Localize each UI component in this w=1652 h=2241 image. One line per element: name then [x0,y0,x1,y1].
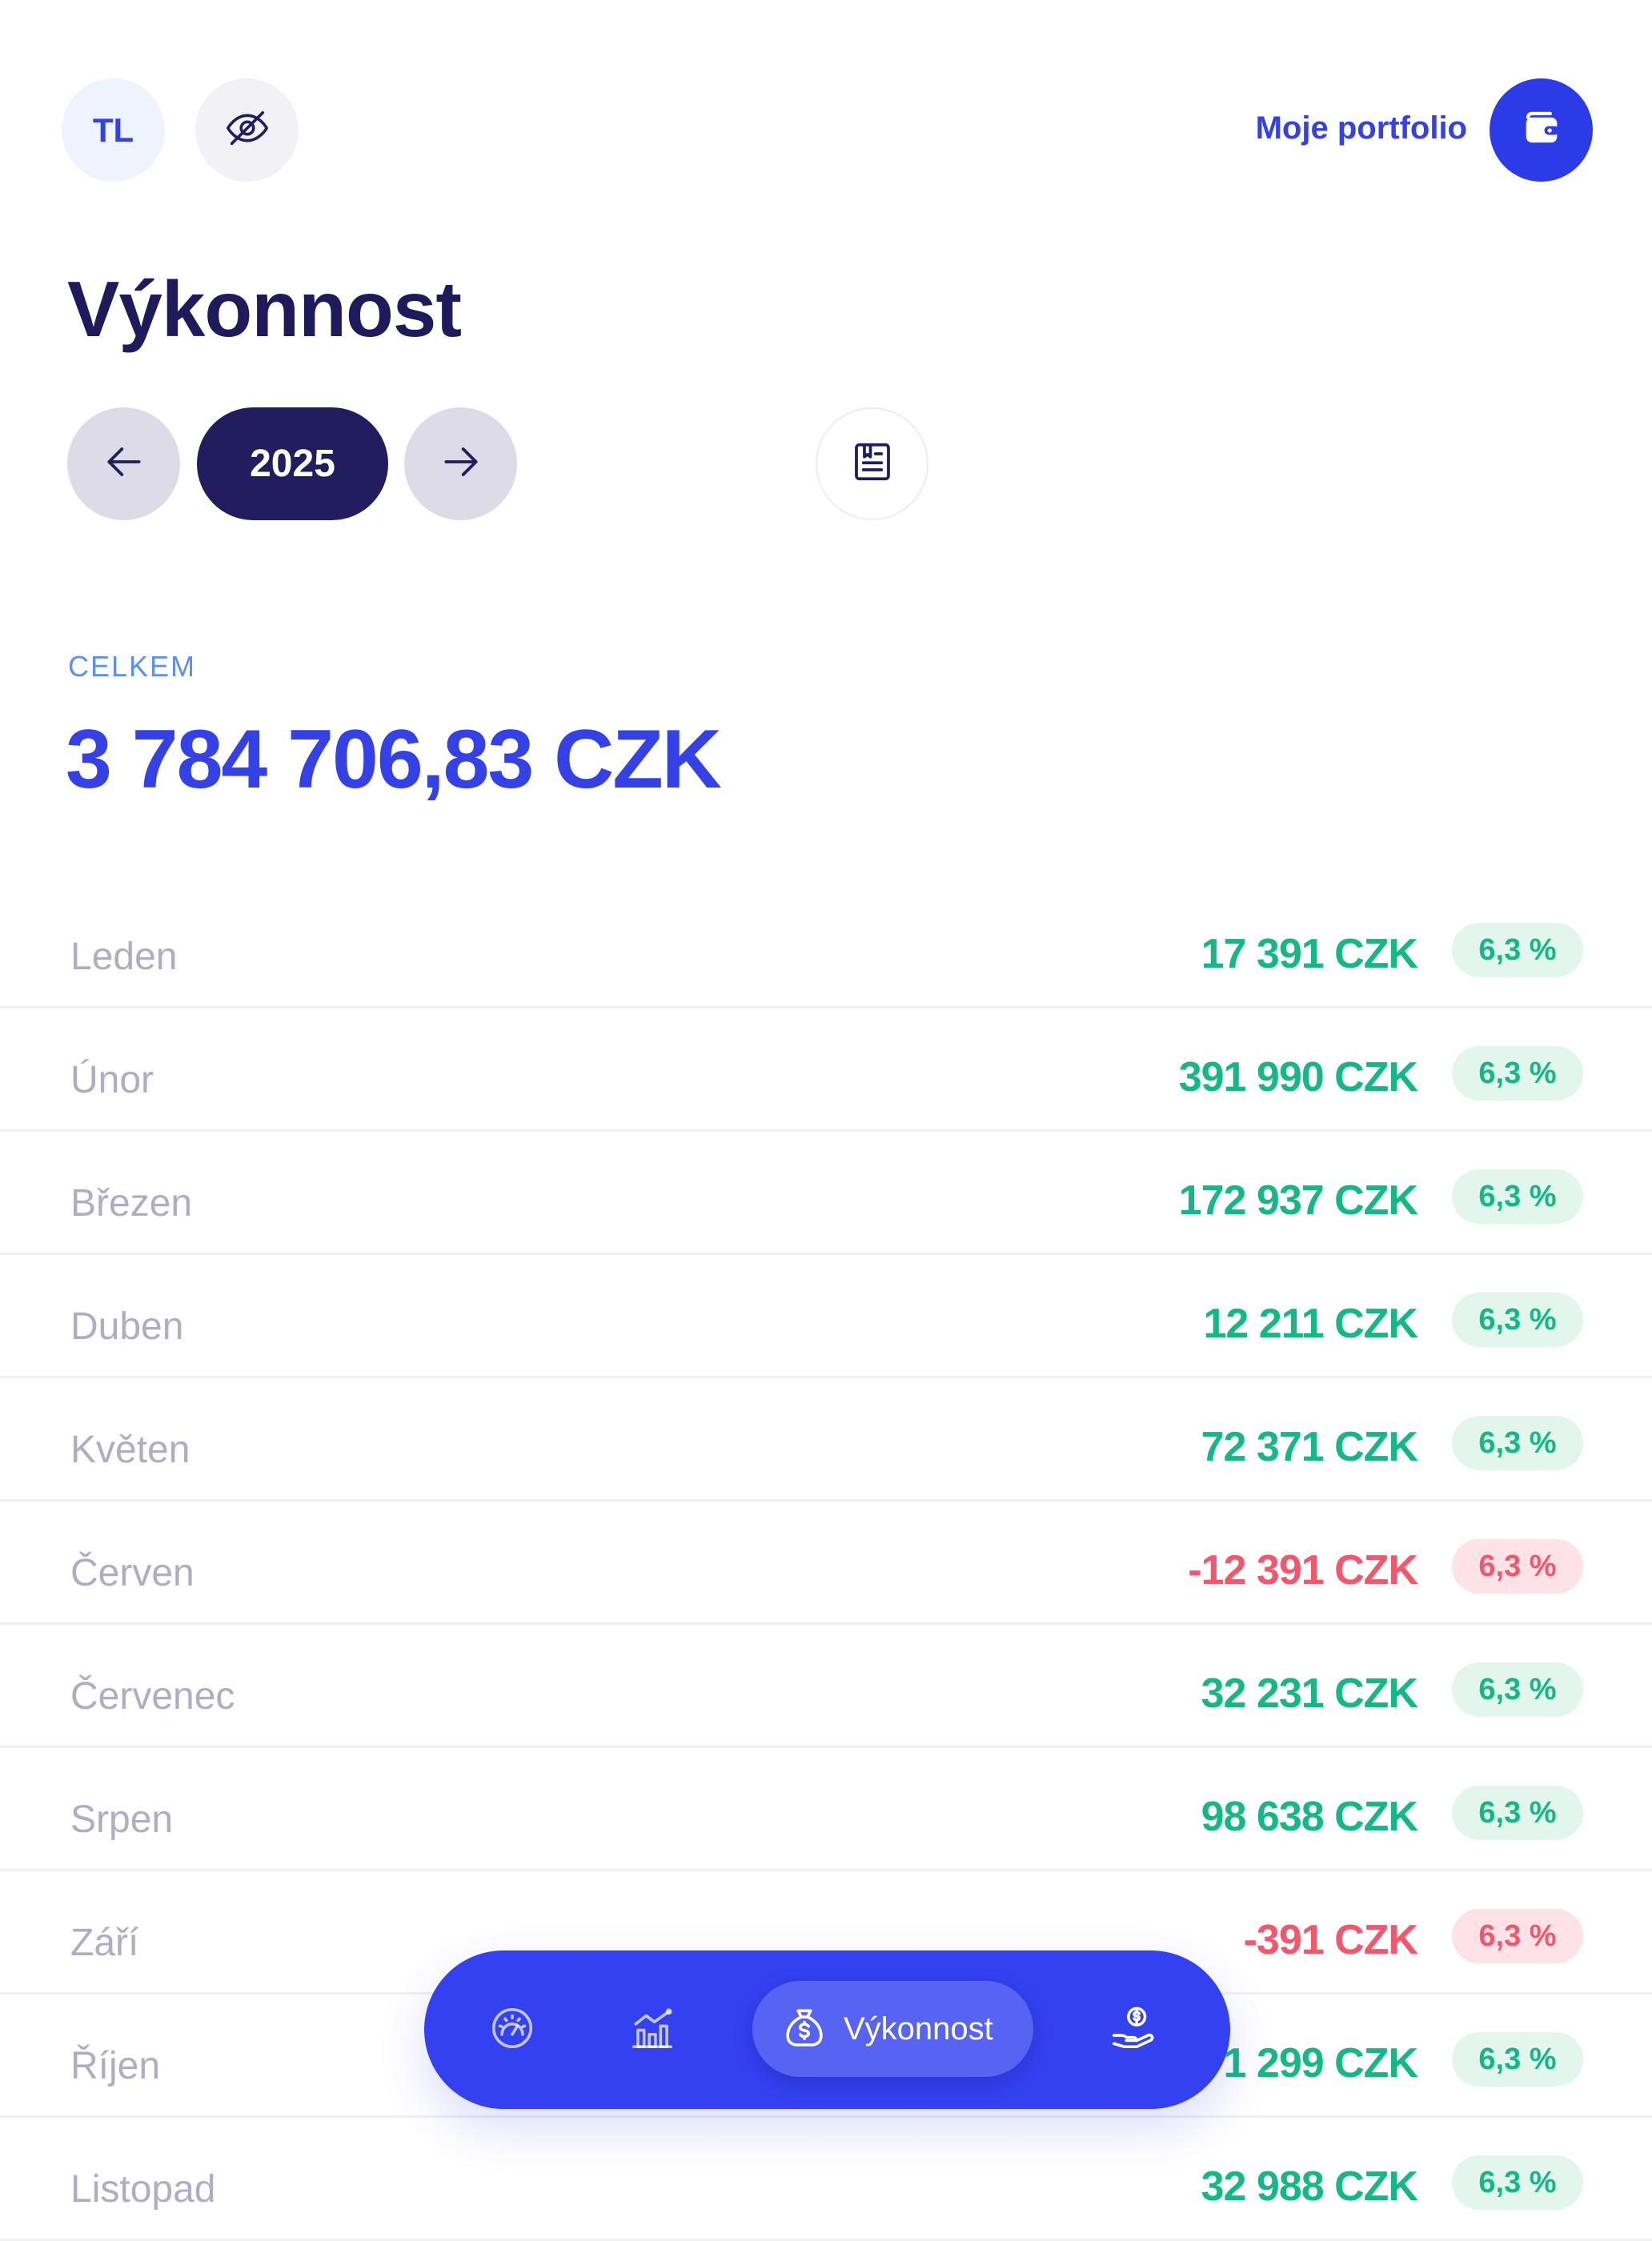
change-badge: 6,3 % [1452,1293,1583,1347]
nav-performance-button[interactable]: Výkonnost [752,1981,1033,2077]
money-bag-icon [780,2002,829,2056]
month-amount: 32 988 CZK [1201,2163,1418,2210]
year-selector[interactable]: 2025 [197,407,388,520]
nav-performance-label: Výkonnost [844,2010,993,2047]
month-name: Březen [70,1182,193,1225]
month-name: Srpen [70,1798,174,1841]
month-row[interactable]: Srpen 98 638 CZK 6,3 % [0,1748,1652,1871]
report-button[interactable] [816,407,928,520]
avatar[interactable]: TL [62,78,165,182]
month-amount: -12 391 CZK [1188,1547,1418,1594]
dashboard-icon [487,2003,537,2057]
month-name: Září [70,1922,139,1964]
month-name: Červenec [70,1675,235,1718]
chart-icon [628,2003,677,2057]
month-row[interactable]: Červenec 32 231 CZK 6,3 % [0,1625,1652,1748]
change-badge: 6,3 % [1452,1662,1583,1717]
month-name: Červen [70,1552,194,1594]
nav-income-button[interactable] [1105,2002,1161,2058]
month-name: Leden [70,936,178,978]
total-value: 3 784 706,83 CZK [66,713,722,806]
month-amount: 72 371 CZK [1201,1424,1418,1470]
month-amount: 12 211 CZK [1203,1301,1418,1347]
hide-values-button[interactable] [195,78,299,182]
change-badge: 6,3 % [1452,1539,1583,1594]
portfolio-button[interactable] [1490,78,1593,182]
month-name: Listopad [70,2168,216,2211]
month-amount: 391 990 CZK [1178,1054,1418,1100]
change-badge: 6,3 % [1452,2032,1583,2087]
change-badge: 6,3 % [1452,1786,1583,1840]
month-row[interactable]: Leden 17 391 CZK 6,3 % [0,885,1652,1008]
year-label: 2025 [250,443,335,485]
month-row[interactable]: Březen 172 937 CZK 6,3 % [0,1132,1652,1255]
change-badge: 6,3 % [1452,1169,1583,1224]
total-label: CELKEM [68,650,197,683]
my-portfolio-link[interactable]: Moje portfolio [1256,110,1467,146]
month-row[interactable]: Únor 391 990 CZK 6,3 % [0,1008,1652,1132]
eye-off-icon [224,105,271,155]
change-badge: 6,3 % [1452,1909,1583,1963]
next-year-button[interactable] [404,407,517,520]
month-amount: -391 CZK [1243,1917,1418,1963]
month-amount: 98 638 CZK [1201,1794,1418,1840]
change-badge: 6,3 % [1452,1046,1583,1100]
arrow-right-icon [435,436,487,491]
change-badge: 6,3 % [1452,2155,1583,2210]
month-amount: 172 937 CZK [1178,1177,1418,1224]
month-amount: 32 231 CZK [1201,1670,1418,1717]
month-row[interactable]: Listopad 32 988 CZK 6,3 % [0,2118,1652,2241]
nav-statistics-button[interactable] [624,2002,680,2058]
month-row[interactable]: Červen -12 391 CZK 6,3 % [0,1501,1652,1625]
avatar-initials: TL [92,110,134,149]
page-title: Výkonnost [67,265,462,353]
month-row[interactable]: Duben 12 211 CZK 6,3 % [0,1255,1652,1378]
change-badge: 6,3 % [1452,923,1583,977]
month-row[interactable]: Květen 72 371 CZK 6,3 % [0,1378,1652,1501]
month-name: Duben [70,1305,184,1348]
nav-dashboard-button[interactable] [484,2002,540,2058]
report-icon [848,438,896,490]
wallet-icon [1518,105,1565,155]
hand-coin-icon [1108,2003,1157,2057]
arrow-left-icon [98,436,150,491]
month-name: Únor [70,1059,154,1101]
previous-year-button[interactable] [67,407,180,520]
bottom-navigation: Výkonnost [424,1950,1230,2109]
month-amount: 1 299 CZK [1223,2040,1418,2087]
month-name: Říjen [70,2045,161,2087]
month-name: Květen [70,1429,190,1471]
month-amount: 17 391 CZK [1201,931,1418,977]
change-badge: 6,3 % [1452,1416,1583,1470]
